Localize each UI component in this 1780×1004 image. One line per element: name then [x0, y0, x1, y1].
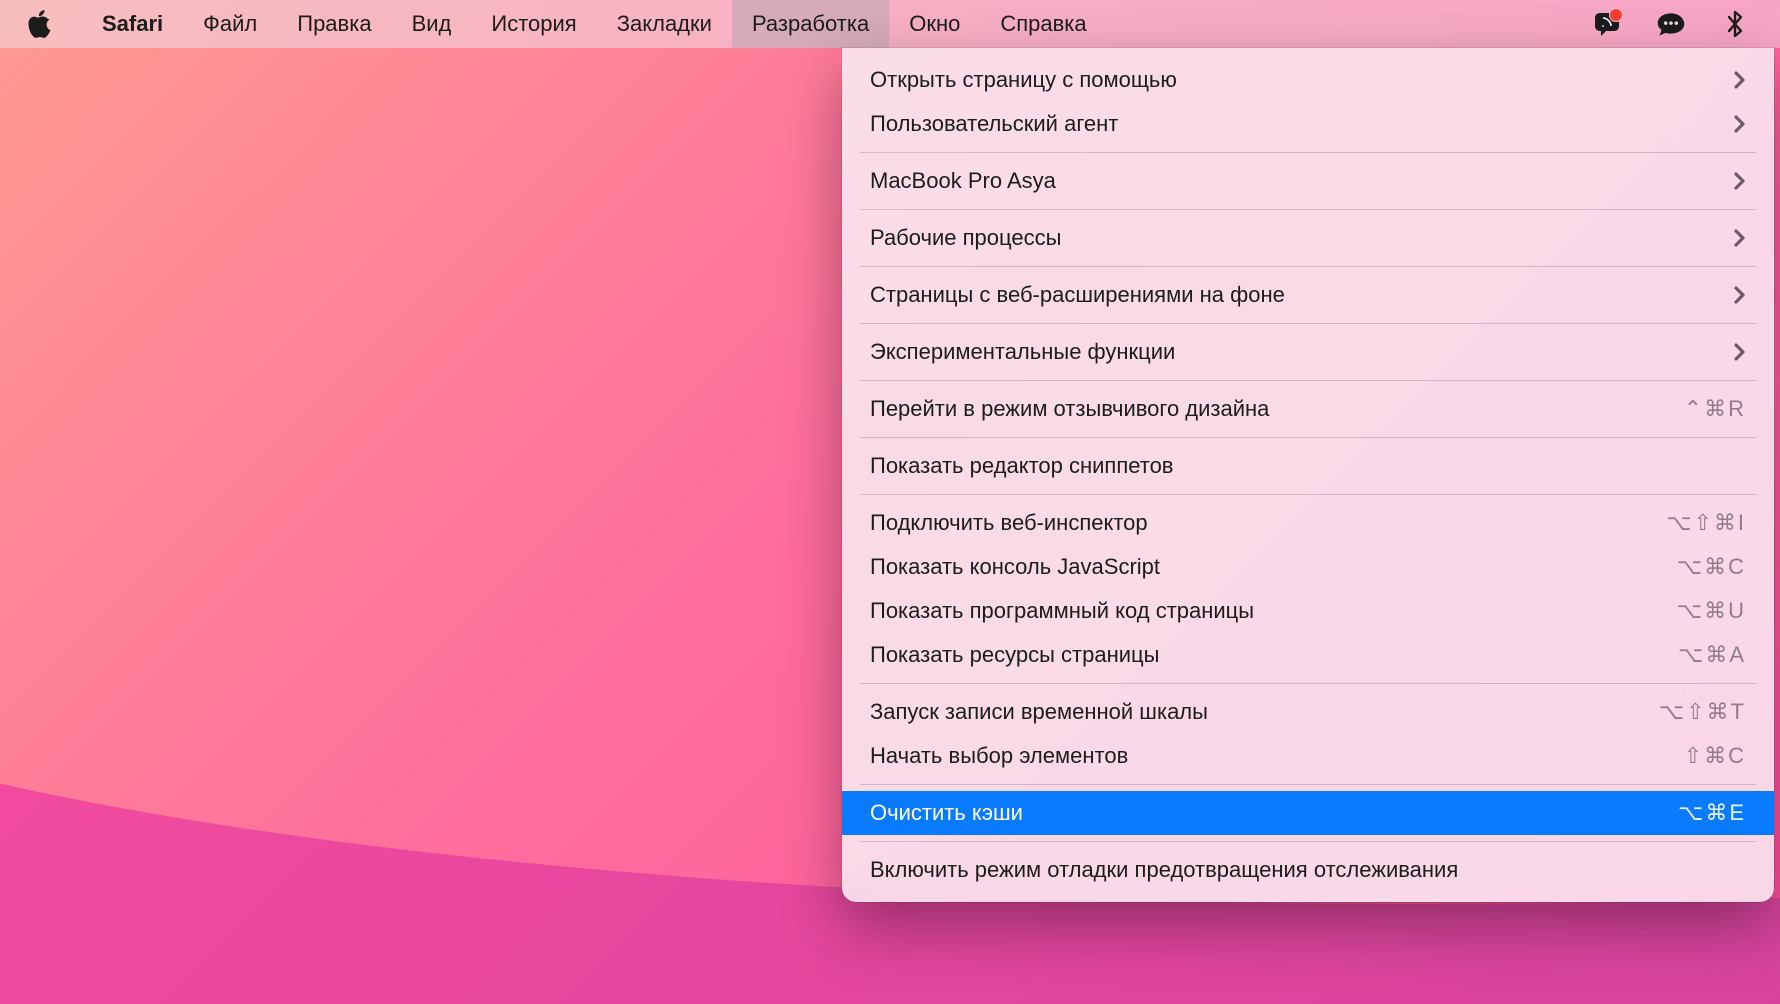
menu-item[interactable]: Очистить кэши⌥⌘E	[842, 791, 1774, 835]
menu-item-label: Страницы с веб-расширениями на фоне	[870, 282, 1732, 308]
menu-item[interactable]: Экспериментальные функции	[842, 330, 1774, 374]
menu-item[interactable]: Включить режим отладки предотвращения от…	[842, 848, 1774, 892]
apple-menu-icon[interactable]	[28, 10, 52, 38]
menu-item-label: Показать ресурсы страницы	[870, 642, 1678, 668]
menu-item-label: Начать выбор элементов	[870, 743, 1684, 769]
menubar-item-file[interactable]: Файл	[183, 0, 277, 48]
menubar: Safari Файл Правка Вид История Закладки …	[0, 0, 1780, 48]
menu-item-shortcut: ⇧⌘C	[1684, 743, 1746, 769]
menu-item[interactable]: Пользовательский агент	[842, 102, 1774, 146]
menu-item-label: Экспериментальные функции	[870, 339, 1732, 365]
menu-item-shortcut: ⌥⇧⌘I	[1666, 510, 1746, 536]
menubar-app-name[interactable]: Safari	[82, 0, 183, 48]
menu-item[interactable]: Открыть страницу с помощью	[842, 58, 1774, 102]
menu-item-label: Включить режим отладки предотвращения от…	[870, 857, 1746, 883]
viber-icon[interactable]	[1592, 9, 1622, 39]
menubar-item-develop[interactable]: Разработка	[732, 0, 889, 48]
menu-item[interactable]: Показать программный код страницы⌥⌘U	[842, 589, 1774, 633]
chevron-right-icon	[1732, 227, 1746, 249]
menu-item-shortcut: ⌥⌘A	[1678, 642, 1746, 668]
menu-item-label: Показать программный код страницы	[870, 598, 1677, 624]
menu-item-shortcut: ⌥⇧⌘T	[1659, 699, 1746, 725]
menubar-item-edit[interactable]: Правка	[277, 0, 391, 48]
notification-dot	[1609, 8, 1623, 22]
menu-item[interactable]: Запуск записи временной шкалы⌥⇧⌘T	[842, 690, 1774, 734]
menu-item[interactable]: Страницы с веб-расширениями на фоне	[842, 273, 1774, 317]
chevron-right-icon	[1732, 170, 1746, 192]
chevron-right-icon	[1732, 341, 1746, 363]
menu-item[interactable]: Показать ресурсы страницы⌥⌘A	[842, 633, 1774, 677]
menu-item-label: MacBook Pro Asya	[870, 168, 1732, 194]
menu-item[interactable]: Показать редактор сниппетов	[842, 444, 1774, 488]
chevron-right-icon	[1732, 69, 1746, 91]
menu-item-shortcut: ⌥⌘C	[1677, 554, 1746, 580]
menu-item-label: Рабочие процессы	[870, 225, 1732, 251]
menubar-item-bookmarks[interactable]: Закладки	[597, 0, 732, 48]
menu-item-label: Пользовательский агент	[870, 111, 1732, 137]
menu-item[interactable]: Подключить веб-инспектор⌥⇧⌘I	[842, 501, 1774, 545]
menu-item[interactable]: Перейти в режим отзывчивого дизайна⌃⌘R	[842, 387, 1774, 431]
menu-item[interactable]: Показать консоль JavaScript⌥⌘C	[842, 545, 1774, 589]
menu-item-label: Показать редактор сниппетов	[870, 453, 1746, 479]
menu-item-label: Подключить веб-инспектор	[870, 510, 1666, 536]
menu-item[interactable]: MacBook Pro Asya	[842, 159, 1774, 203]
menubar-status-area	[1592, 9, 1760, 39]
menu-item-label: Показать консоль JavaScript	[870, 554, 1677, 580]
chevron-right-icon	[1732, 113, 1746, 135]
menu-item-label: Запуск записи временной шкалы	[870, 699, 1659, 725]
develop-menu-dropdown: Открыть страницу с помощью Пользовательск…	[842, 48, 1774, 902]
bluetooth-icon[interactable]	[1720, 9, 1750, 39]
chevron-right-icon	[1732, 284, 1746, 306]
menubar-item-history[interactable]: История	[471, 0, 596, 48]
menu-item-label: Открыть страницу с помощью	[870, 67, 1732, 93]
menubar-item-help[interactable]: Справка	[980, 0, 1106, 48]
menu-item[interactable]: Начать выбор элементов⇧⌘C	[842, 734, 1774, 778]
menu-item-label: Очистить кэши	[870, 800, 1678, 826]
menu-item[interactable]: Рабочие процессы	[842, 216, 1774, 260]
menu-item-shortcut: ⌥⌘U	[1677, 598, 1746, 624]
menu-item-shortcut: ⌃⌘R	[1684, 396, 1746, 422]
menubar-item-view[interactable]: Вид	[392, 0, 472, 48]
menubar-item-window[interactable]: Окно	[889, 0, 980, 48]
chat-icon[interactable]	[1656, 9, 1686, 39]
menu-item-shortcut: ⌥⌘E	[1678, 800, 1746, 826]
menu-item-label: Перейти в режим отзывчивого дизайна	[870, 396, 1684, 422]
